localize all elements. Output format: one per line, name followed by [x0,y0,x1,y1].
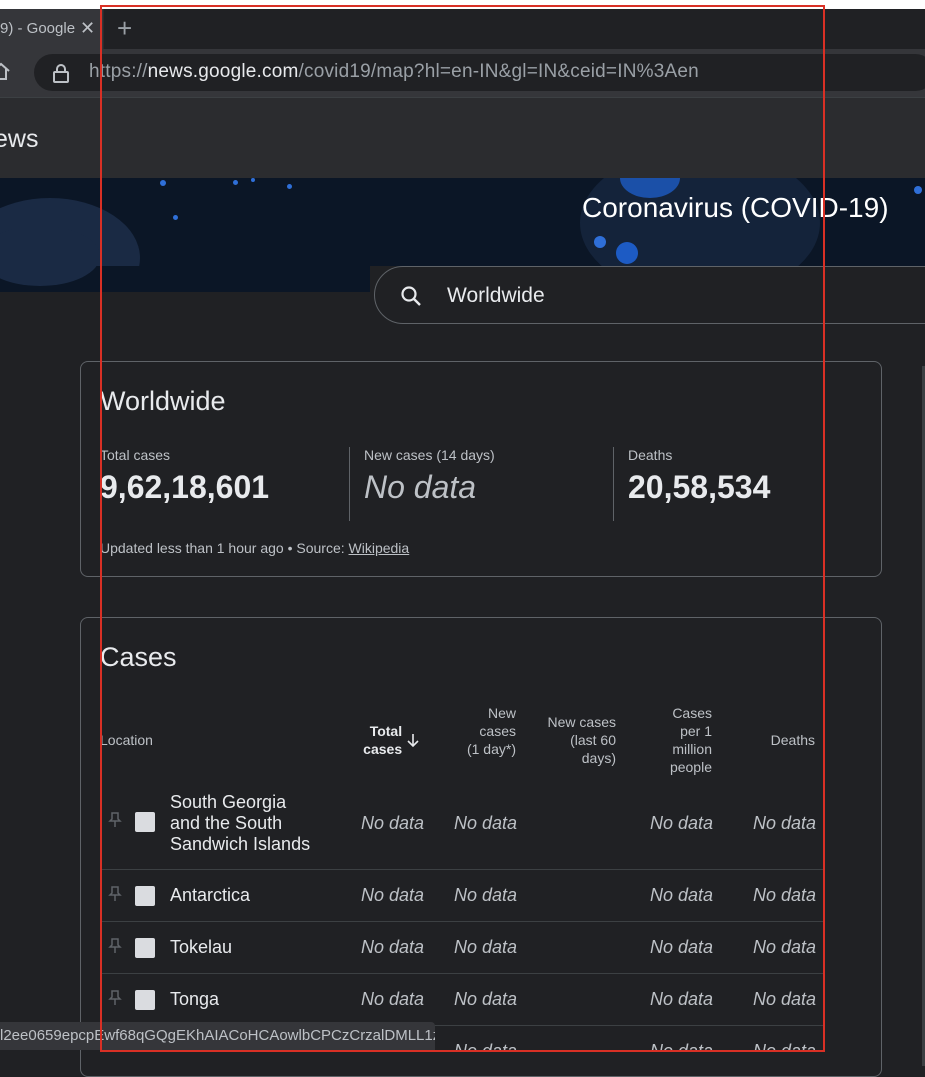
new-tab-button[interactable]: + [117,13,132,43]
cell-deaths: No data [752,813,816,833]
stat-value: 20,58,534 [628,469,771,505]
column-header-new-cases-1day[interactable]: New cases (1 day*) [466,704,516,758]
url-text[interactable]: https://news.google.com/covid19/map?hl=e… [89,61,699,83]
map-dot [160,180,166,186]
location-name[interactable]: South Georgia and the South Sandwich Isl… [170,792,320,855]
url-path: /covid19/map?hl=en-IN&gl=IN&ceid=IN%3Aen [298,61,699,82]
window-top-strip [0,0,925,9]
cell-new-cases: No data [453,989,517,1009]
flag-icon [135,938,155,958]
pin-icon[interactable] [108,886,122,902]
cell-new-cases: No data [453,885,517,905]
browser-tab[interactable]: 9) - Google ✕ [0,9,104,49]
column-header-deaths[interactable]: Deaths [760,731,815,749]
map-dot [173,215,178,220]
location-name[interactable]: Tonga [170,989,219,1010]
column-header-location[interactable]: Location [100,731,153,749]
divider [349,447,350,521]
stat-label: New cases (14 days) [364,447,495,463]
divider [613,447,614,521]
pin-icon[interactable] [108,990,122,1006]
location-search[interactable]: Worldwide [374,266,925,324]
search-icon[interactable] [399,284,423,308]
cell-per-million: No data [649,813,713,833]
lock-icon[interactable] [52,63,70,83]
pin-icon[interactable] [108,938,122,954]
card-title: Cases [100,642,177,672]
cell-new-cases: No data [453,1041,517,1052]
news-logo[interactable]: ews [0,125,38,154]
map-dot [287,184,292,189]
stat-value: No data [364,469,477,505]
cell-deaths: No data [752,937,816,957]
cell-per-million: No data [649,937,713,957]
cell-total-cases: No data [360,989,424,1009]
map-dot [616,242,638,264]
cell-total-cases: No data [360,813,424,833]
tab-bar: 9) - Google ✕ + [0,9,925,49]
location-name[interactable]: Antarctica [170,885,250,906]
table-row[interactable]: South Georgia and the South Sandwich Isl… [100,790,825,869]
stat-label: Total cases [100,447,171,463]
cell-per-million: No data [649,989,713,1009]
stat-deaths: Deaths 20,58,534 [628,447,770,506]
pin-icon[interactable] [108,812,122,828]
location-name[interactable]: Tokelau [170,937,232,958]
hero-banner-lower [0,226,370,292]
flag-icon [135,812,155,832]
cell-deaths: No data [752,989,816,1009]
cell-per-million: No data [649,1041,713,1052]
hero-banner: Coronavirus (COVID-19) [0,178,925,266]
close-icon[interactable]: ✕ [80,18,95,39]
map-dot [914,186,922,194]
table-row[interactable]: Antarctica No data No data No data No da… [100,870,825,921]
address-bar-row: https://news.google.com/covid19/map?hl=e… [0,49,925,97]
status-bar: l2ee0659epcpEwf68qGQgEKhAIACoHCAowlbCPCz… [0,1022,435,1050]
cell-new-cases: No data [453,937,517,957]
column-header-new-cases-60[interactable]: New cases (last 60 days) [538,713,616,767]
arrow-down-icon [407,734,419,748]
cell-deaths: No data [752,885,816,905]
map-dot [233,180,238,185]
table-row[interactable]: Tonga No data No data No data No data [100,974,825,1025]
cell-per-million: No data [649,885,713,905]
stat-value: 9,62,18,601 [100,469,270,505]
news-header: ews [0,97,925,179]
column-header-total-cases[interactable]: Total cases [340,722,420,758]
url-scheme: https:// [89,61,148,82]
map-dot [594,236,606,248]
cell-deaths: No data [752,1041,816,1052]
stat-label: Deaths [628,447,673,463]
url-host: news.google.com [147,61,299,82]
worldwide-card: Worldwide Total cases 9,62,18,601 New ca… [80,361,882,577]
cell-total-cases: No data [360,885,424,905]
card-title: Worldwide [100,386,226,416]
home-icon[interactable] [0,61,10,81]
cell-total-cases: No data [360,937,424,957]
stat-new-cases: New cases (14 days) No data [364,447,495,506]
flag-icon [135,886,155,906]
map-dot [251,178,255,182]
stat-total-cases: Total cases 9,62,18,601 [100,447,269,506]
updated-text: Updated less than 1 hour ago • Source: [100,540,349,556]
url-bar[interactable]: https://news.google.com/covid19/map?hl=e… [34,54,925,91]
page-title: Coronavirus (COVID-19) [582,192,889,223]
column-header-label: Total cases [363,723,403,757]
tab-title: 9) - Google [0,20,76,37]
updated-note: Updated less than 1 hour ago • Source: W… [100,540,409,556]
source-link[interactable]: Wikipedia [349,540,410,556]
cell-new-cases: No data [453,813,517,833]
table-row[interactable]: Tokelau No data No data No data No data [100,922,825,973]
column-header-per-million[interactable]: Cases per 1 million people [654,704,712,776]
search-input[interactable]: Worldwide [447,284,545,308]
flag-icon [135,990,155,1010]
